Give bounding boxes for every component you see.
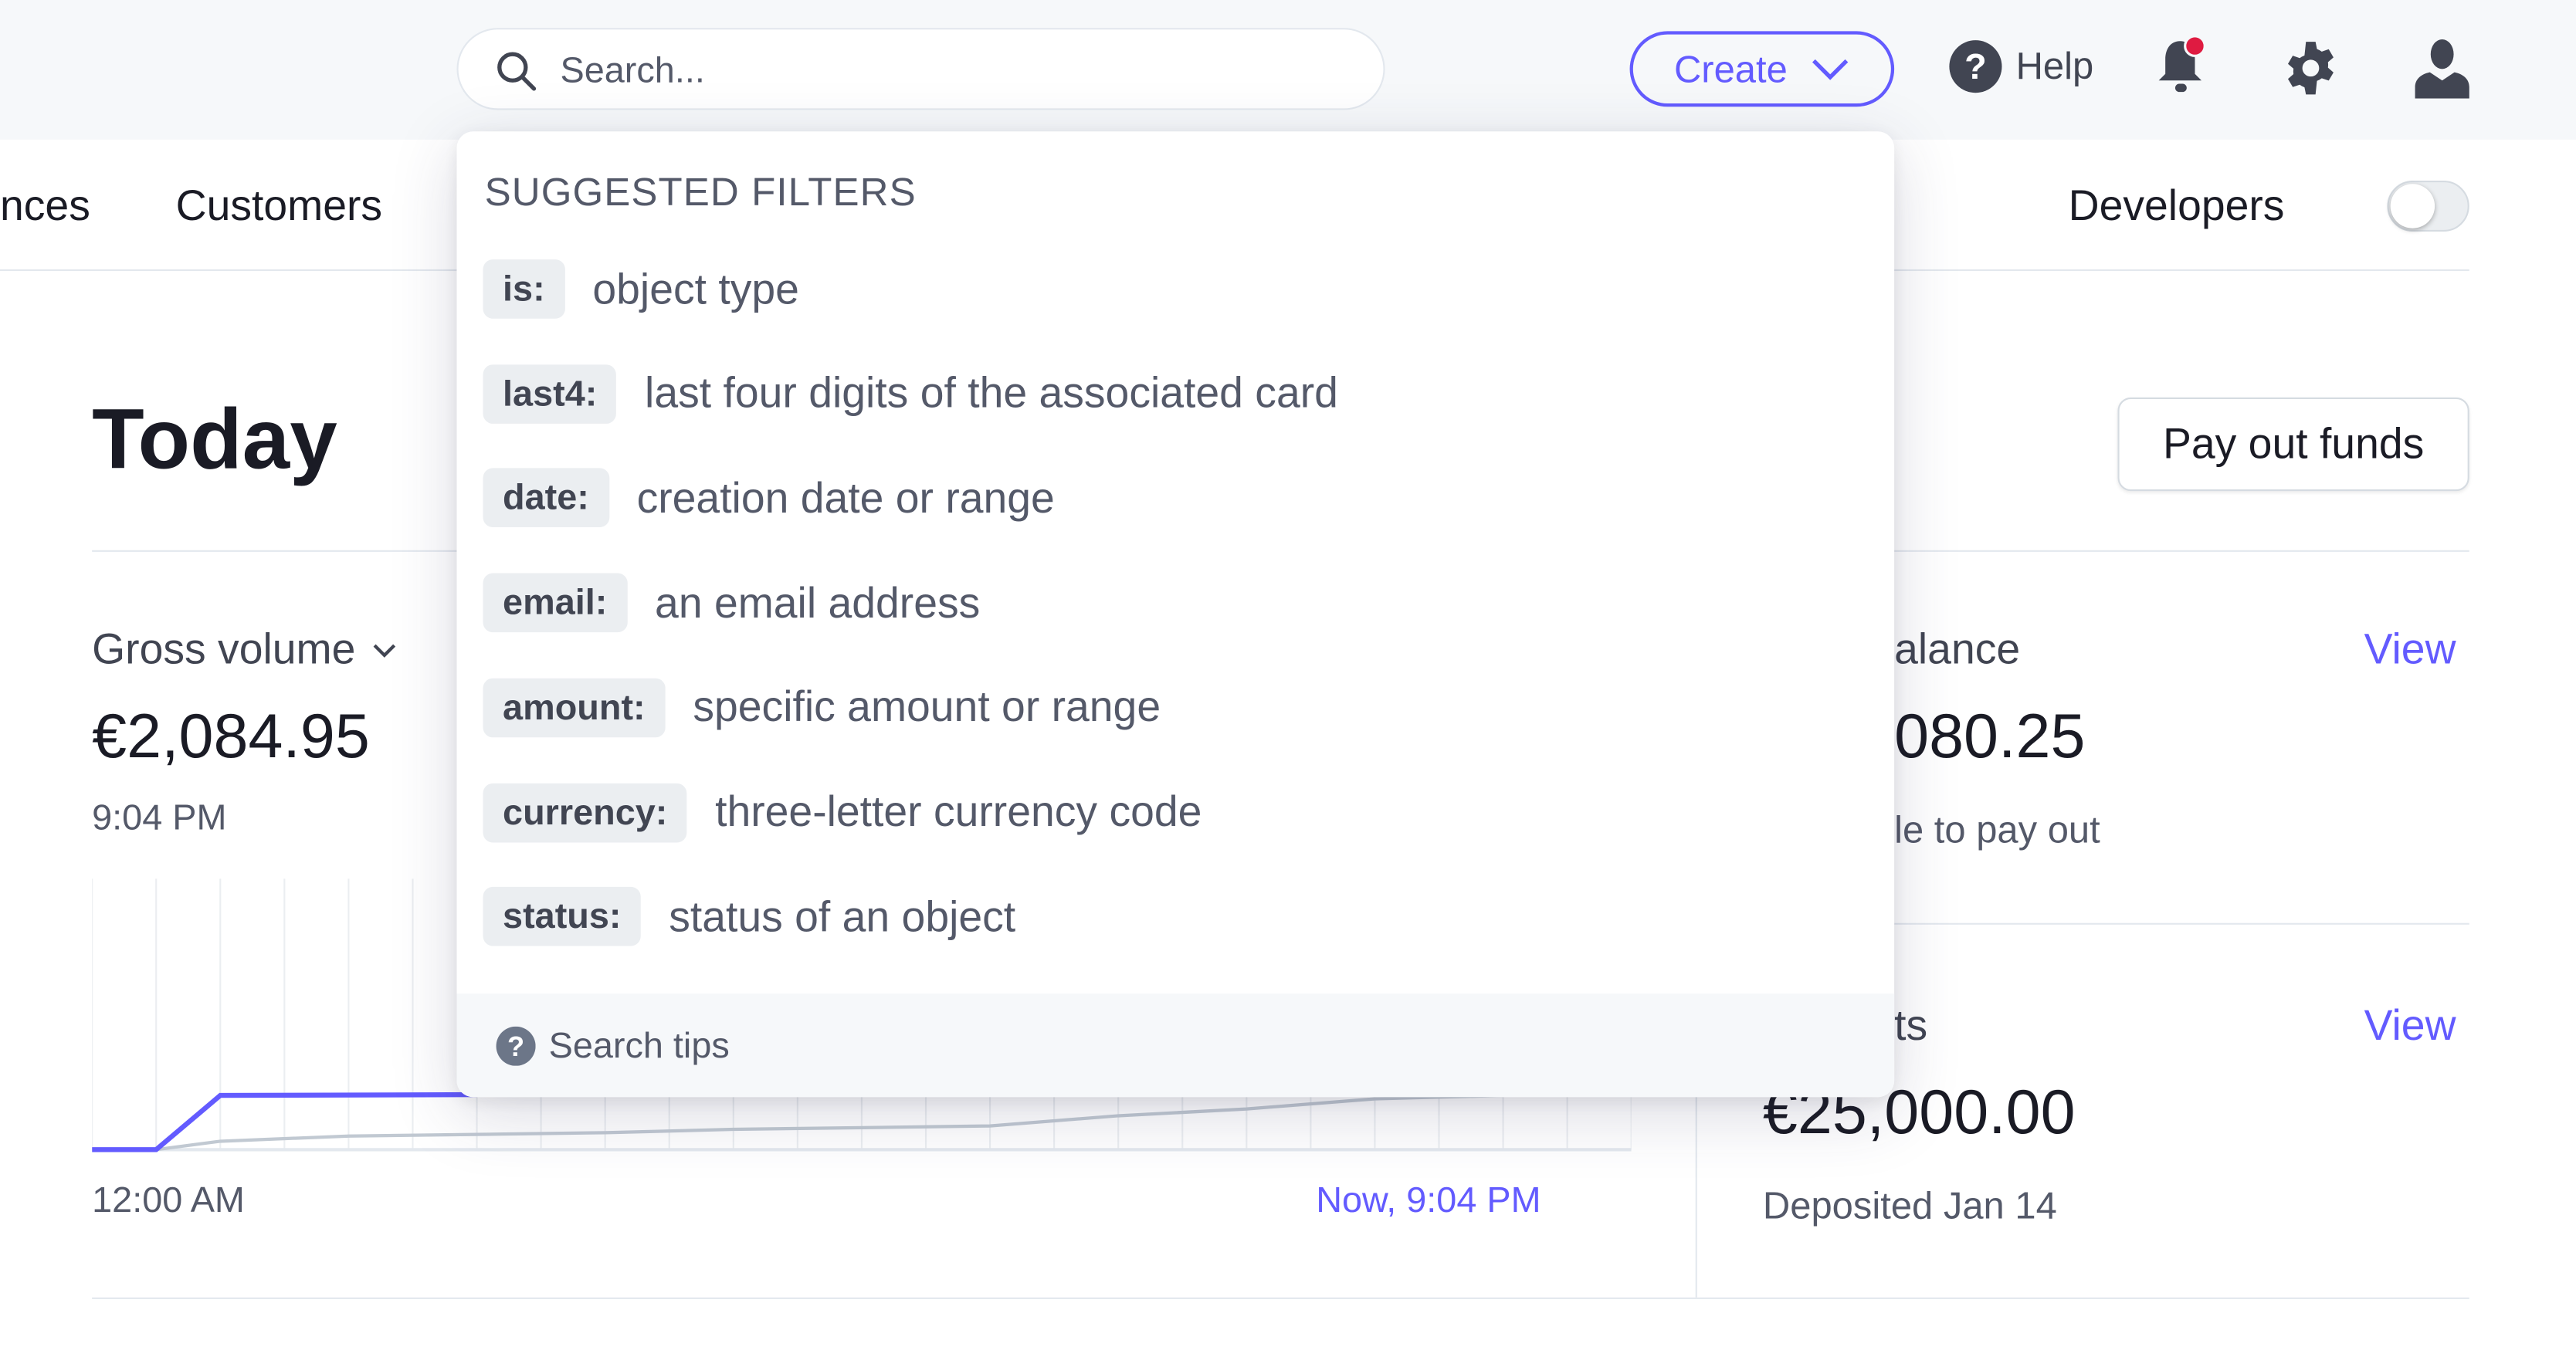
balance-sub: le to pay out	[1894, 807, 2100, 851]
filter-description: an email address	[655, 577, 981, 627]
bell-icon[interactable]	[2155, 35, 2208, 97]
developers-toggle[interactable]	[2387, 181, 2469, 232]
filter-key: email:	[483, 573, 627, 633]
user-avatar-icon[interactable]	[2413, 38, 2470, 99]
svg-text:?: ?	[1964, 46, 1987, 86]
divider	[1894, 922, 2469, 925]
filter-suggestion[interactable]: last4: last four digits of the associated…	[483, 364, 1338, 424]
help-icon: ?	[1949, 40, 2002, 93]
notification-dot	[2184, 35, 2206, 57]
balance-value: 080.25	[1894, 702, 2086, 772]
filter-description: status of an object	[669, 891, 1016, 941]
filter-description: specific amount or range	[693, 682, 1161, 732]
nav-item-balances[interactable]: nces	[0, 181, 90, 232]
filter-suggestion[interactable]: status: status of an object	[483, 887, 1016, 946]
search-input[interactable]	[560, 46, 1349, 96]
gross-volume-selector[interactable]: Gross volume	[92, 624, 398, 675]
filter-suggestion[interactable]: email: an email address	[483, 573, 981, 633]
chevron-down-icon	[374, 643, 396, 657]
chevron-down-icon	[1812, 59, 1849, 80]
payouts-view-link[interactable]: View	[2364, 1000, 2456, 1051]
filter-description: last four digits of the associated card	[645, 367, 1338, 418]
filter-description: object type	[592, 263, 799, 313]
filter-key: date:	[483, 469, 609, 528]
create-label: Create	[1673, 46, 1788, 90]
svg-text:?: ?	[507, 1030, 524, 1061]
filter-key: amount:	[483, 678, 666, 737]
search-suggestions-dropdown: SUGGESTED FILTERS is: object type last4: la…	[456, 131, 1895, 1098]
gross-volume-value: €2,084.95	[92, 702, 370, 772]
gross-volume-label: Gross volume	[92, 624, 356, 674]
filter-suggestion[interactable]: date: creation date or range	[483, 469, 1055, 528]
divider	[92, 1297, 2469, 1299]
create-button[interactable]: Create	[1629, 31, 1895, 107]
nav-item-customers[interactable]: Customers	[176, 181, 382, 232]
balance-label: alance	[1894, 624, 2021, 674]
series-line-comparison	[155, 1093, 1503, 1152]
help-label: Help	[2015, 44, 2094, 87]
x-label-start: 12:00 AM	[92, 1179, 245, 1220]
filter-suggestion[interactable]: currency: three-letter currency code	[483, 782, 1202, 842]
pay-out-funds-button[interactable]: Pay out funds	[2117, 397, 2469, 492]
search-icon	[497, 52, 537, 91]
filter-key: currency:	[483, 782, 687, 842]
help-icon: ?	[496, 1025, 536, 1065]
search-box[interactable]	[456, 28, 1385, 110]
filter-description: three-letter currency code	[715, 787, 1202, 836]
search-tips-link[interactable]: ? Search tips	[456, 993, 1895, 1098]
filter-key: status:	[483, 887, 642, 946]
payouts-sub: Deposited Jan 14	[1762, 1183, 2057, 1227]
filter-description: creation date or range	[636, 472, 1055, 523]
filter-key: is:	[483, 259, 565, 319]
page-title: Today	[92, 392, 337, 488]
filter-key: last4:	[483, 364, 617, 424]
filter-suggestion[interactable]: amount: specific amount or range	[483, 678, 1161, 737]
search-tips-label: Search tips	[548, 1024, 730, 1065]
payouts-label: ts	[1894, 1000, 1928, 1050]
x-label-end: Now, 9:04 PM	[1316, 1179, 1541, 1220]
suggested-filters-heading: SUGGESTED FILTERS	[484, 171, 917, 215]
gross-volume-time: 9:04 PM	[92, 796, 227, 838]
gear-icon[interactable]	[2282, 39, 2339, 96]
filter-suggestion[interactable]: is: object type	[483, 259, 799, 319]
developers-label: Developers	[2068, 181, 2285, 230]
balance-view-link[interactable]: View	[2364, 624, 2456, 675]
help-button[interactable]: ? Help	[1948, 39, 2093, 93]
